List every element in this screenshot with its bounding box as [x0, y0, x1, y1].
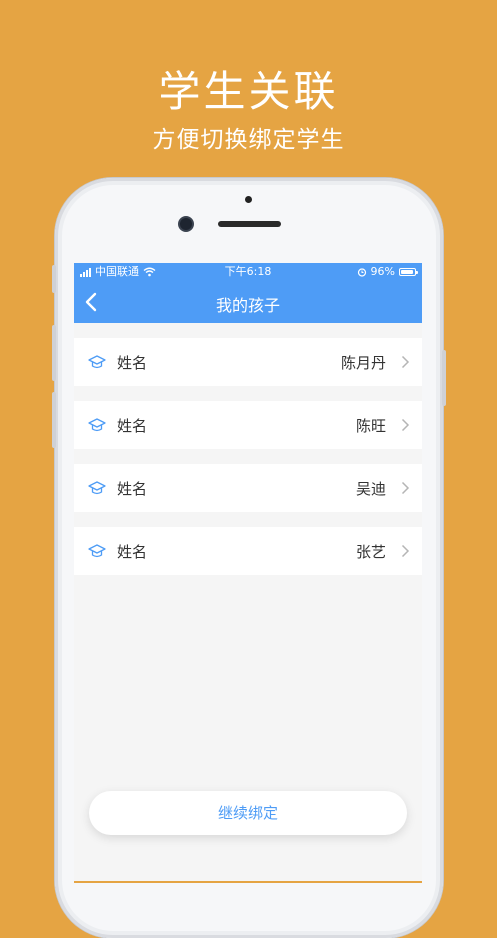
alarm-icon	[357, 268, 366, 277]
phone-volume-up	[52, 325, 56, 381]
student-name: 吴迪	[355, 480, 386, 498]
graduation-cap-icon	[88, 355, 106, 369]
student-label: 姓名	[117, 480, 148, 498]
student-row[interactable]: 姓名 张艺	[74, 527, 422, 575]
phone-volume-down	[52, 392, 56, 448]
chevron-right-icon	[401, 418, 410, 432]
app-screen: 中国联通 下午6:18 96% 我的孩子 姓名 陈月丹 姓名 陈旺 姓名 吴迪 …	[74, 263, 422, 883]
student-name: 陈月丹	[340, 354, 386, 372]
student-label: 姓名	[117, 417, 148, 435]
student-row[interactable]: 姓名 吴迪	[74, 464, 422, 512]
phone-sensor	[245, 196, 252, 203]
graduation-cap-icon	[88, 544, 106, 558]
status-bar: 中国联通 下午6:18 96%	[74, 263, 422, 281]
phone-silent-switch	[52, 265, 56, 293]
front-camera	[180, 218, 192, 230]
continue-binding-button[interactable]: 继续绑定	[89, 791, 407, 835]
student-row[interactable]: 姓名 陈旺	[74, 401, 422, 449]
earpiece-speaker	[218, 221, 281, 227]
student-label: 姓名	[117, 543, 148, 561]
student-list: 姓名 陈月丹 姓名 陈旺 姓名 吴迪 姓名 张艺	[74, 338, 422, 590]
graduation-cap-icon	[88, 481, 106, 495]
student-label: 姓名	[117, 354, 148, 372]
chevron-right-icon	[401, 481, 410, 495]
phone-power-button	[442, 350, 446, 406]
battery-icon	[399, 268, 418, 276]
graduation-cap-icon	[88, 418, 106, 432]
nav-bar: 我的孩子	[74, 281, 422, 323]
promo-subtitle: 方便切换绑定学生	[152, 127, 345, 153]
chevron-right-icon	[401, 355, 410, 369]
student-name: 陈旺	[355, 417, 386, 435]
promo-title: 学生关联	[158, 67, 339, 116]
student-name: 张艺	[355, 543, 386, 561]
page-title: 我的孩子	[215, 296, 280, 315]
chevron-right-icon	[401, 544, 410, 558]
battery-percent: 96%	[370, 265, 395, 278]
student-row[interactable]: 姓名 陈月丹	[74, 338, 422, 386]
